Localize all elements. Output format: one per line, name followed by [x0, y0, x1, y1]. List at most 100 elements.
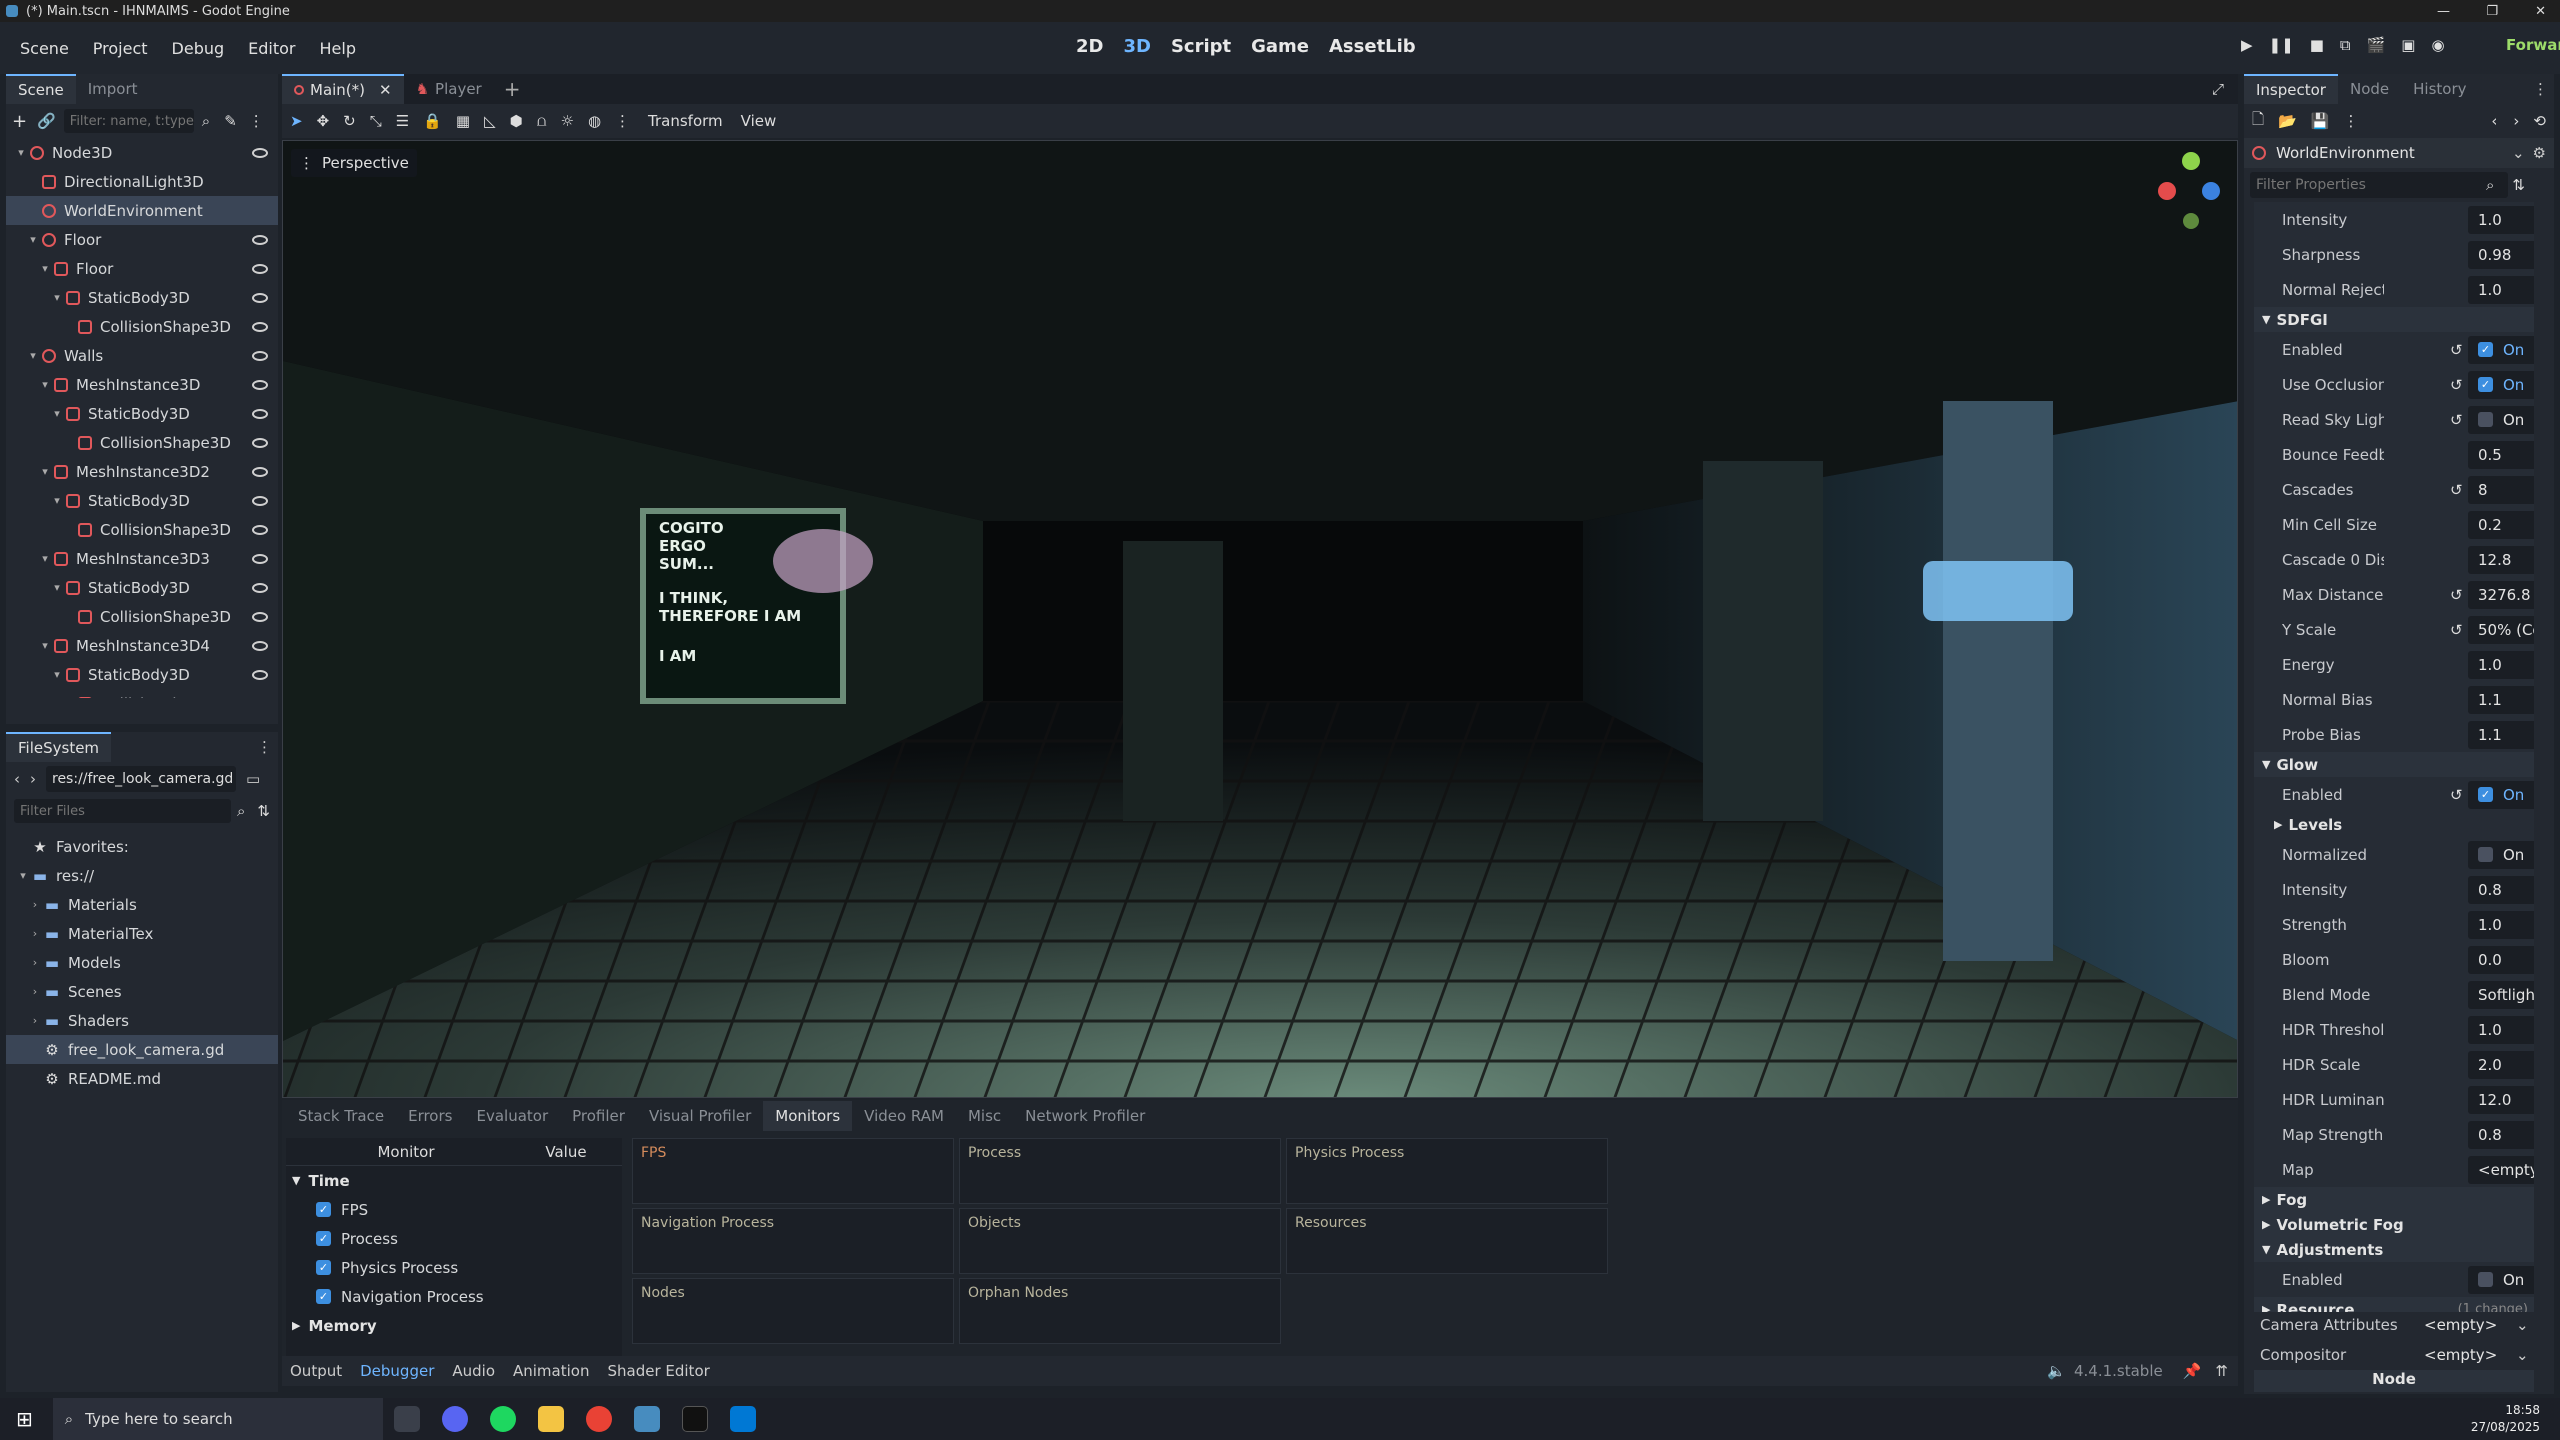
- bottom-tab-audio[interactable]: Audio: [452, 1362, 495, 1380]
- scene-node[interactable]: ▾ StaticBody3D: [6, 660, 278, 689]
- file-item[interactable]: ▾ ▬ res://: [6, 861, 278, 890]
- tab-history[interactable]: History: [2401, 74, 2478, 104]
- file-item[interactable]: ⚙ README.md: [6, 1064, 278, 1093]
- debugger-tab-visual-profiler[interactable]: Visual Profiler: [637, 1101, 763, 1131]
- add-tab-icon[interactable]: +: [504, 77, 521, 101]
- collapse-arrow-icon[interactable]: ▾: [26, 233, 40, 246]
- movie-maker-icon[interactable]: ◉: [2431, 36, 2444, 54]
- scene-node[interactable]: CollisionShape3D: [6, 515, 278, 544]
- visibility-eye-icon[interactable]: [252, 234, 268, 245]
- scene-node[interactable]: ▾ MeshInstance3D: [6, 370, 278, 399]
- collapse-arrow-icon[interactable]: ▾: [38, 262, 52, 275]
- inspector-section-levels[interactable]: ▶ Levels: [2254, 812, 2534, 837]
- workspace-game-button[interactable]: Game: [1241, 36, 1319, 57]
- property-value[interactable]: On: [2468, 840, 2534, 869]
- play-scene-icon[interactable]: 🎬: [2367, 36, 2386, 54]
- collapse-arrow-icon[interactable]: ▾: [38, 639, 52, 652]
- maximize-icon[interactable]: ❐: [2486, 4, 2498, 19]
- property-value[interactable]: 1.0: [2468, 1015, 2534, 1044]
- 3d-viewport[interactable]: COGITO ERGO SUM... I THINK, THEREFORE I …: [282, 140, 2238, 1098]
- view-menu[interactable]: View: [741, 112, 777, 130]
- renderer-select[interactable]: Forward+: [2506, 36, 2560, 54]
- scene-node[interactable]: ▾ StaticBody3D: [6, 399, 278, 428]
- reset-value-icon[interactable]: ↺: [2450, 341, 2463, 359]
- chevron-down-icon[interactable]: ⌄: [2516, 1346, 2529, 1364]
- rotate-tool-icon[interactable]: ↻: [343, 112, 356, 130]
- file-item[interactable]: ⚙ free_look_camera.gd: [6, 1035, 278, 1064]
- save-resource-icon[interactable]: 💾: [2311, 112, 2330, 130]
- inspector-section-volumetric-fog[interactable]: ▶ Volumetric Fog: [2254, 1212, 2534, 1237]
- play-icon[interactable]: ▶: [2241, 36, 2253, 54]
- discord-icon[interactable]: [441, 1406, 468, 1432]
- property-value[interactable]: Softlight: [2468, 980, 2534, 1009]
- scene-node[interactable]: ▾ StaticBody3D: [6, 283, 278, 312]
- checkbox[interactable]: ✓: [2478, 787, 2493, 802]
- property-value[interactable]: 3276.8: [2468, 580, 2534, 609]
- property-value[interactable]: <empty>: [2468, 1155, 2534, 1184]
- tab-main-scene[interactable]: Main(*) ✕: [282, 74, 404, 104]
- visibility-eye-icon[interactable]: [252, 292, 268, 303]
- scale-tool-icon[interactable]: ⤡: [370, 112, 382, 130]
- debugger-tab-monitors[interactable]: Monitors: [763, 1101, 853, 1131]
- collapse-arrow-icon[interactable]: ▾: [50, 494, 64, 507]
- transform-menu[interactable]: Transform: [648, 112, 723, 130]
- bottom-tab-shader-editor[interactable]: Shader Editor: [607, 1362, 709, 1380]
- forward-icon[interactable]: ›: [30, 770, 36, 788]
- property-value[interactable]: 8: [2468, 475, 2534, 504]
- property-value[interactable]: ✓ On: [2468, 335, 2534, 364]
- monitor-item[interactable]: ✓ FPS: [286, 1195, 622, 1224]
- perspective-menu[interactable]: ⋮ Perspective: [291, 149, 417, 177]
- property-value[interactable]: 1.1: [2468, 685, 2534, 714]
- scene-node[interactable]: CollisionShape3D: [6, 428, 278, 457]
- file-explorer-icon[interactable]: [537, 1406, 564, 1432]
- scene-node[interactable]: ▾ MeshInstance3D3: [6, 544, 278, 573]
- collapse-arrow-icon[interactable]: ▾: [50, 407, 64, 420]
- filter-options-icon[interactable]: ⇅: [2512, 176, 2525, 194]
- new-resource-icon[interactable]: 🗋: [2252, 109, 2264, 134]
- stop-icon[interactable]: ■: [2310, 36, 2324, 54]
- distraction-free-icon[interactable]: ⤢: [2212, 80, 2224, 98]
- gizmo-z-axis[interactable]: [2202, 182, 2220, 200]
- file-item[interactable]: › ▬ MaterialTex: [6, 919, 278, 948]
- object-history-icon[interactable]: ⟲: [2533, 112, 2546, 130]
- property-value[interactable]: ✓ On: [2468, 370, 2534, 399]
- property-value[interactable]: 0.0: [2468, 945, 2534, 974]
- notification-icon[interactable]: 🔈: [2047, 1362, 2066, 1380]
- reset-value-icon[interactable]: ↺: [2450, 481, 2463, 499]
- property-value[interactable]: ✓ On: [2468, 780, 2534, 809]
- scene-node[interactable]: ▾ Node3D: [6, 138, 278, 167]
- scene-node[interactable]: CollisionShape3D: [6, 312, 278, 341]
- chrome-icon[interactable]: [585, 1406, 612, 1432]
- checkbox[interactable]: ✓: [316, 1289, 331, 1304]
- local-space-icon[interactable]: ⬢: [510, 112, 523, 130]
- debugger-tab-errors[interactable]: Errors: [396, 1101, 464, 1131]
- scene-node[interactable]: ▾ StaticBody3D: [6, 573, 278, 602]
- scene-node[interactable]: ▾ StaticBody3D: [6, 486, 278, 515]
- resource-value[interactable]: <empty>: [2424, 1346, 2497, 1364]
- object-options-icon[interactable]: ⚙: [2533, 144, 2546, 162]
- visibility-eye-icon[interactable]: [252, 553, 268, 564]
- property-value[interactable]: 0.2: [2468, 510, 2534, 539]
- scene-filter-input[interactable]: [63, 109, 194, 133]
- node-section[interactable]: Node: [2254, 1370, 2534, 1392]
- vscode-icon[interactable]: [729, 1406, 756, 1432]
- checkbox[interactable]: ✓: [316, 1202, 331, 1217]
- reset-value-icon[interactable]: ↺: [2450, 586, 2463, 604]
- property-value[interactable]: On: [2468, 405, 2534, 434]
- debugger-tab-evaluator[interactable]: Evaluator: [464, 1101, 560, 1131]
- menu-scene[interactable]: Scene: [8, 39, 81, 58]
- task-view-icon[interactable]: [393, 1406, 420, 1432]
- menu-project[interactable]: Project: [81, 39, 160, 58]
- visibility-eye-icon[interactable]: [252, 466, 268, 477]
- file-item[interactable]: › ▬ Materials: [6, 890, 278, 919]
- visibility-eye-icon[interactable]: [252, 437, 268, 448]
- group-icon[interactable]: ▦: [456, 112, 470, 130]
- property-value[interactable]: 2.0: [2468, 1050, 2534, 1079]
- visibility-eye-icon[interactable]: [252, 669, 268, 680]
- history-forward-icon[interactable]: ›: [2513, 112, 2519, 130]
- scene-node[interactable]: CollisionShape3D: [6, 602, 278, 631]
- bottom-tab-debugger[interactable]: Debugger: [360, 1362, 434, 1380]
- inspector-section-fog[interactable]: ▶ Fog: [2254, 1187, 2534, 1212]
- property-value[interactable]: 0.8: [2468, 1120, 2534, 1149]
- property-value[interactable]: 50% (Compact): [2468, 615, 2534, 644]
